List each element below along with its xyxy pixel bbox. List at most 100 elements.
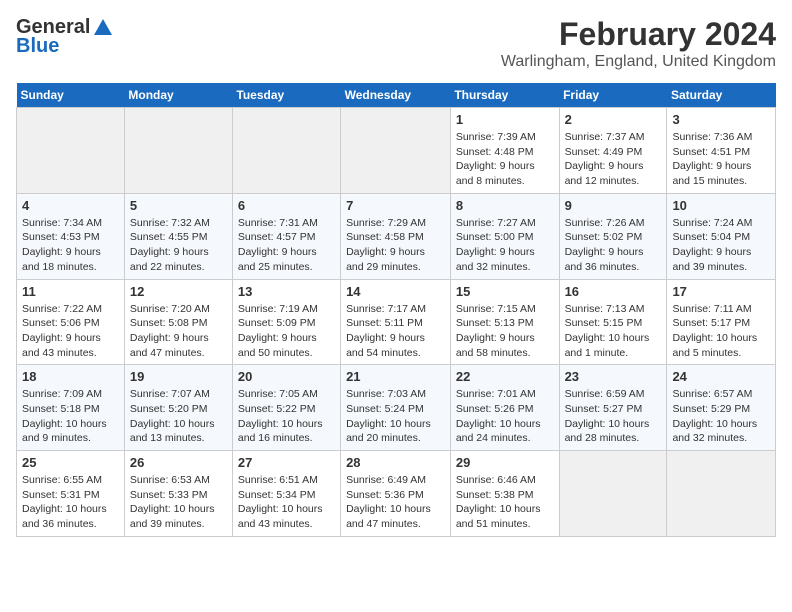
calendar-cell: 17 Sunrise: 7:11 AM Sunset: 5:17 PM Dayli… bbox=[667, 279, 776, 365]
day-number: 23 bbox=[565, 369, 662, 384]
calendar-cell: 16 Sunrise: 7:13 AM Sunset: 5:15 PM Dayli… bbox=[559, 279, 667, 365]
day-detail: Sunrise: 6:55 AM Sunset: 5:31 PM Dayligh… bbox=[22, 473, 119, 532]
day-number: 2 bbox=[565, 112, 662, 127]
day-number: 28 bbox=[346, 455, 445, 470]
logo-blue-text: Blue bbox=[16, 35, 59, 58]
calendar-cell bbox=[559, 451, 667, 537]
calendar-week-row: 25 Sunrise: 6:55 AM Sunset: 5:31 PM Dayli… bbox=[17, 451, 776, 537]
calendar-cell: 4Sunrise: 7:34 AM Sunset: 4:53 PM Daylig… bbox=[17, 193, 125, 279]
calendar-cell: 27Sunrise: 6:51 AM Sunset: 5:34 PM Dayli… bbox=[232, 451, 340, 537]
day-detail: Sunrise: 7:31 AM Sunset: 4:57 PM Dayligh… bbox=[238, 216, 335, 275]
day-detail: Sunrise: 7:11 AM Sunset: 5:17 PM Dayligh… bbox=[672, 302, 770, 361]
day-detail: Sunrise: 7:39 AM Sunset: 4:48 PM Dayligh… bbox=[456, 130, 554, 189]
day-number: 20 bbox=[238, 369, 335, 384]
calendar-table: Sunday Monday Tuesday Wednesday Thursday… bbox=[16, 83, 776, 537]
day-detail: Sunrise: 6:57 AM Sunset: 5:29 PM Dayligh… bbox=[672, 387, 770, 446]
day-detail: Sunrise: 6:46 AM Sunset: 5:38 PM Dayligh… bbox=[456, 473, 554, 532]
calendar-cell: 24 Sunrise: 6:57 AM Sunset: 5:29 PM Dayli… bbox=[667, 365, 776, 451]
calendar-cell bbox=[667, 451, 776, 537]
day-detail: Sunrise: 7:03 AM Sunset: 5:24 PM Dayligh… bbox=[346, 387, 445, 446]
page-header: General Blue February 2024 Warlingham, E… bbox=[16, 16, 776, 71]
day-number: 21 bbox=[346, 369, 445, 384]
day-detail: Sunrise: 7:13 AM Sunset: 5:15 PM Dayligh… bbox=[565, 302, 662, 361]
day-number: 1 bbox=[456, 112, 554, 127]
day-number: 12 bbox=[130, 284, 227, 299]
day-number: 6 bbox=[238, 198, 335, 213]
day-number: 18 bbox=[22, 369, 119, 384]
day-detail: Sunrise: 7:37 AM Sunset: 4:49 PM Dayligh… bbox=[565, 130, 662, 189]
col-monday: Monday bbox=[124, 83, 232, 108]
day-number: 10 bbox=[672, 198, 770, 213]
calendar-cell: 9Sunrise: 7:26 AM Sunset: 5:02 PM Daylig… bbox=[559, 193, 667, 279]
calendar-cell: 10 Sunrise: 7:24 AM Sunset: 5:04 PM Dayli… bbox=[667, 193, 776, 279]
calendar-cell: 8 Sunrise: 7:27 AM Sunset: 5:00 PM Daylig… bbox=[450, 193, 559, 279]
col-thursday: Thursday bbox=[450, 83, 559, 108]
calendar-cell: 28Sunrise: 6:49 AM Sunset: 5:36 PM Dayli… bbox=[341, 451, 451, 537]
day-detail: Sunrise: 6:53 AM Sunset: 5:33 PM Dayligh… bbox=[130, 473, 227, 532]
calendar-cell: 6 Sunrise: 7:31 AM Sunset: 4:57 PM Daylig… bbox=[232, 193, 340, 279]
calendar-week-row: 11 Sunrise: 7:22 AM Sunset: 5:06 PM Dayli… bbox=[17, 279, 776, 365]
day-number: 5 bbox=[130, 198, 227, 213]
day-detail: Sunrise: 7:09 AM Sunset: 5:18 PM Dayligh… bbox=[22, 387, 119, 446]
day-number: 13 bbox=[238, 284, 335, 299]
day-number: 22 bbox=[456, 369, 554, 384]
calendar-cell: 19 Sunrise: 7:07 AM Sunset: 5:20 PM Dayli… bbox=[124, 365, 232, 451]
calendar-cell: 21 Sunrise: 7:03 AM Sunset: 5:24 PM Dayli… bbox=[341, 365, 451, 451]
day-number: 9 bbox=[565, 198, 662, 213]
day-detail: Sunrise: 7:24 AM Sunset: 5:04 PM Dayligh… bbox=[672, 216, 770, 275]
calendar-week-row: 1 Sunrise: 7:39 AM Sunset: 4:48 PM Daylig… bbox=[17, 108, 776, 194]
day-detail: Sunrise: 6:59 AM Sunset: 5:27 PM Dayligh… bbox=[565, 387, 662, 446]
calendar-cell: 14Sunrise: 7:17 AM Sunset: 5:11 PM Dayli… bbox=[341, 279, 451, 365]
calendar-cell: 11 Sunrise: 7:22 AM Sunset: 5:06 PM Dayli… bbox=[17, 279, 125, 365]
day-detail: Sunrise: 7:20 AM Sunset: 5:08 PM Dayligh… bbox=[130, 302, 227, 361]
day-detail: Sunrise: 7:07 AM Sunset: 5:20 PM Dayligh… bbox=[130, 387, 227, 446]
calendar-cell: 7 Sunrise: 7:29 AM Sunset: 4:58 PM Daylig… bbox=[341, 193, 451, 279]
day-detail: Sunrise: 7:36 AM Sunset: 4:51 PM Dayligh… bbox=[672, 130, 770, 189]
title-block: February 2024 Warlingham, England, Unite… bbox=[501, 16, 776, 71]
day-detail: Sunrise: 7:32 AM Sunset: 4:55 PM Dayligh… bbox=[130, 216, 227, 275]
calendar-cell: 13 Sunrise: 7:19 AM Sunset: 5:09 PM Dayli… bbox=[232, 279, 340, 365]
calendar-cell bbox=[124, 108, 232, 194]
day-number: 3 bbox=[672, 112, 770, 127]
day-number: 8 bbox=[456, 198, 554, 213]
calendar-cell bbox=[341, 108, 451, 194]
day-detail: Sunrise: 7:01 AM Sunset: 5:26 PM Dayligh… bbox=[456, 387, 554, 446]
logo: General Blue bbox=[16, 16, 114, 58]
col-friday: Friday bbox=[559, 83, 667, 108]
day-number: 26 bbox=[130, 455, 227, 470]
header-row: Sunday Monday Tuesday Wednesday Thursday… bbox=[17, 83, 776, 108]
calendar-cell: 23 Sunrise: 6:59 AM Sunset: 5:27 PM Dayli… bbox=[559, 365, 667, 451]
day-detail: Sunrise: 7:22 AM Sunset: 5:06 PM Dayligh… bbox=[22, 302, 119, 361]
col-saturday: Saturday bbox=[667, 83, 776, 108]
day-number: 7 bbox=[346, 198, 445, 213]
calendar-cell: 12 Sunrise: 7:20 AM Sunset: 5:08 PM Dayli… bbox=[124, 279, 232, 365]
calendar-cell: 22 Sunrise: 7:01 AM Sunset: 5:26 PM Dayli… bbox=[450, 365, 559, 451]
day-number: 15 bbox=[456, 284, 554, 299]
day-detail: Sunrise: 7:15 AM Sunset: 5:13 PM Dayligh… bbox=[456, 302, 554, 361]
day-number: 19 bbox=[130, 369, 227, 384]
day-detail: Sunrise: 7:27 AM Sunset: 5:00 PM Dayligh… bbox=[456, 216, 554, 275]
day-number: 11 bbox=[22, 284, 119, 299]
col-tuesday: Tuesday bbox=[232, 83, 340, 108]
calendar-subtitle: Warlingham, England, United Kingdom bbox=[501, 53, 776, 71]
col-sunday: Sunday bbox=[17, 83, 125, 108]
calendar-cell: 1 Sunrise: 7:39 AM Sunset: 4:48 PM Daylig… bbox=[450, 108, 559, 194]
day-number: 27 bbox=[238, 455, 335, 470]
day-detail: Sunrise: 7:19 AM Sunset: 5:09 PM Dayligh… bbox=[238, 302, 335, 361]
day-number: 17 bbox=[672, 284, 770, 299]
calendar-cell: 18 Sunrise: 7:09 AM Sunset: 5:18 PM Dayli… bbox=[17, 365, 125, 451]
day-detail: Sunrise: 7:29 AM Sunset: 4:58 PM Dayligh… bbox=[346, 216, 445, 275]
day-detail: Sunrise: 7:17 AM Sunset: 5:11 PM Dayligh… bbox=[346, 302, 445, 361]
calendar-title: February 2024 bbox=[501, 16, 776, 53]
logo-icon bbox=[92, 17, 114, 39]
calendar-cell: 25 Sunrise: 6:55 AM Sunset: 5:31 PM Dayli… bbox=[17, 451, 125, 537]
calendar-cell: 20Sunrise: 7:05 AM Sunset: 5:22 PM Dayli… bbox=[232, 365, 340, 451]
calendar-cell: 26 Sunrise: 6:53 AM Sunset: 5:33 PM Dayli… bbox=[124, 451, 232, 537]
calendar-cell: 5 Sunrise: 7:32 AM Sunset: 4:55 PM Daylig… bbox=[124, 193, 232, 279]
day-number: 24 bbox=[672, 369, 770, 384]
calendar-cell: 2 Sunrise: 7:37 AM Sunset: 4:49 PM Daylig… bbox=[559, 108, 667, 194]
day-number: 16 bbox=[565, 284, 662, 299]
calendar-cell bbox=[17, 108, 125, 194]
calendar-week-row: 18 Sunrise: 7:09 AM Sunset: 5:18 PM Dayli… bbox=[17, 365, 776, 451]
day-number: 25 bbox=[22, 455, 119, 470]
